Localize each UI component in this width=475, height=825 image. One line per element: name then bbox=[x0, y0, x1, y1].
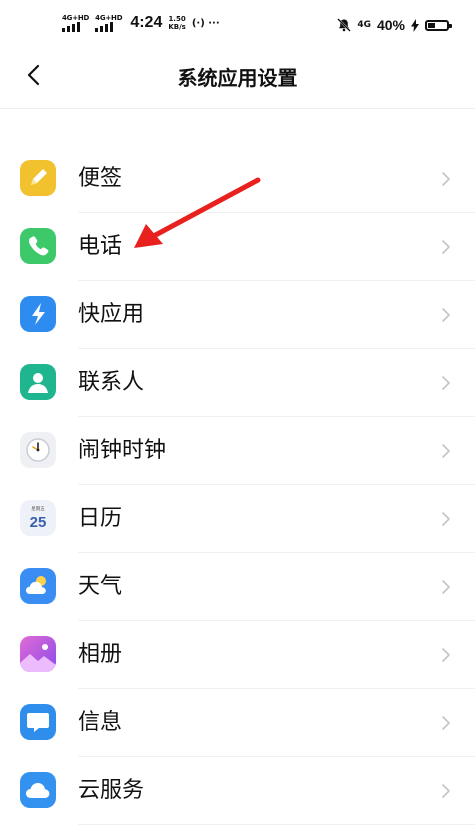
app-label: 云服务 bbox=[78, 778, 145, 803]
app-label: 电话 bbox=[78, 234, 123, 259]
app-label: 快应用 bbox=[78, 302, 145, 327]
app-setting-item[interactable]: 信息 bbox=[0, 689, 475, 757]
svg-text:25: 25 bbox=[30, 514, 47, 531]
sim2-signal-icon: 4G+HD bbox=[95, 14, 123, 32]
chevron-right-icon bbox=[442, 240, 450, 254]
app-label: 便签 bbox=[78, 166, 123, 191]
header-divider bbox=[0, 108, 475, 109]
app-setting-item[interactable]: 便签 bbox=[0, 145, 475, 213]
chevron-right-icon bbox=[442, 172, 450, 186]
app-label: 信息 bbox=[78, 710, 123, 735]
app-setting-item[interactable]: 电话 bbox=[0, 213, 475, 281]
gallery-icon bbox=[20, 636, 56, 672]
chevron-right-icon bbox=[442, 512, 450, 526]
app-setting-item[interactable]: 相册 bbox=[0, 621, 475, 689]
app-label: 天气 bbox=[78, 574, 123, 599]
mute-bell-icon bbox=[337, 18, 352, 32]
page-title: 系统应用设置 bbox=[177, 66, 298, 90]
app-setting-item[interactable]: 快应用 bbox=[0, 281, 475, 349]
app-label: 闹钟时钟 bbox=[78, 438, 167, 463]
cloud-service-icon bbox=[20, 772, 56, 808]
app-label: 日历 bbox=[78, 506, 123, 531]
app-setting-item[interactable]: 天气 bbox=[0, 553, 475, 621]
chevron-right-icon bbox=[442, 308, 450, 322]
svg-text:星期五: 星期五 bbox=[31, 506, 45, 512]
title-bar: 系统应用设置 bbox=[0, 50, 475, 102]
app-settings-list: 便签电话快应用联系人闹钟时钟星期五 25 日历天气相册信息云服务 bbox=[0, 145, 475, 825]
notes-icon bbox=[20, 160, 56, 196]
calendar-icon: 星期五 25 bbox=[20, 500, 56, 536]
network-type: 4G bbox=[357, 19, 371, 30]
chevron-right-icon bbox=[442, 716, 450, 730]
charging-icon bbox=[411, 18, 419, 32]
quick-app-icon bbox=[20, 296, 56, 332]
app-label: 联系人 bbox=[78, 370, 145, 395]
clock-time: 4:24 bbox=[130, 14, 163, 31]
sim1-signal-icon: 4G+HD bbox=[62, 14, 89, 32]
app-setting-item[interactable]: 星期五 25 日历 bbox=[0, 485, 475, 553]
clock-icon bbox=[20, 432, 56, 468]
chevron-right-icon bbox=[442, 580, 450, 594]
chevron-right-icon bbox=[442, 784, 450, 798]
contacts-icon bbox=[20, 364, 56, 400]
app-setting-item[interactable]: 闹钟时钟 bbox=[0, 417, 475, 485]
phone-icon bbox=[20, 228, 56, 264]
chevron-right-icon bbox=[442, 376, 450, 390]
hotspot-more-icon: (·) ··· bbox=[191, 17, 220, 29]
chevron-right-icon bbox=[442, 444, 450, 458]
battery-percent: 40% bbox=[376, 17, 405, 33]
app-setting-item[interactable]: 云服务 bbox=[0, 757, 475, 825]
messages-icon bbox=[20, 704, 56, 740]
network-speed: 1.50 KB/s bbox=[168, 15, 186, 31]
weather-icon bbox=[20, 568, 56, 604]
app-setting-item[interactable]: 联系人 bbox=[0, 349, 475, 417]
app-label: 相册 bbox=[78, 642, 123, 667]
status-bar: 4G+HD 4G+HD 4:24 1.50 KB/s (·) ··· 4G 40… bbox=[0, 0, 475, 50]
battery-icon bbox=[425, 19, 452, 31]
chevron-right-icon bbox=[442, 648, 450, 662]
